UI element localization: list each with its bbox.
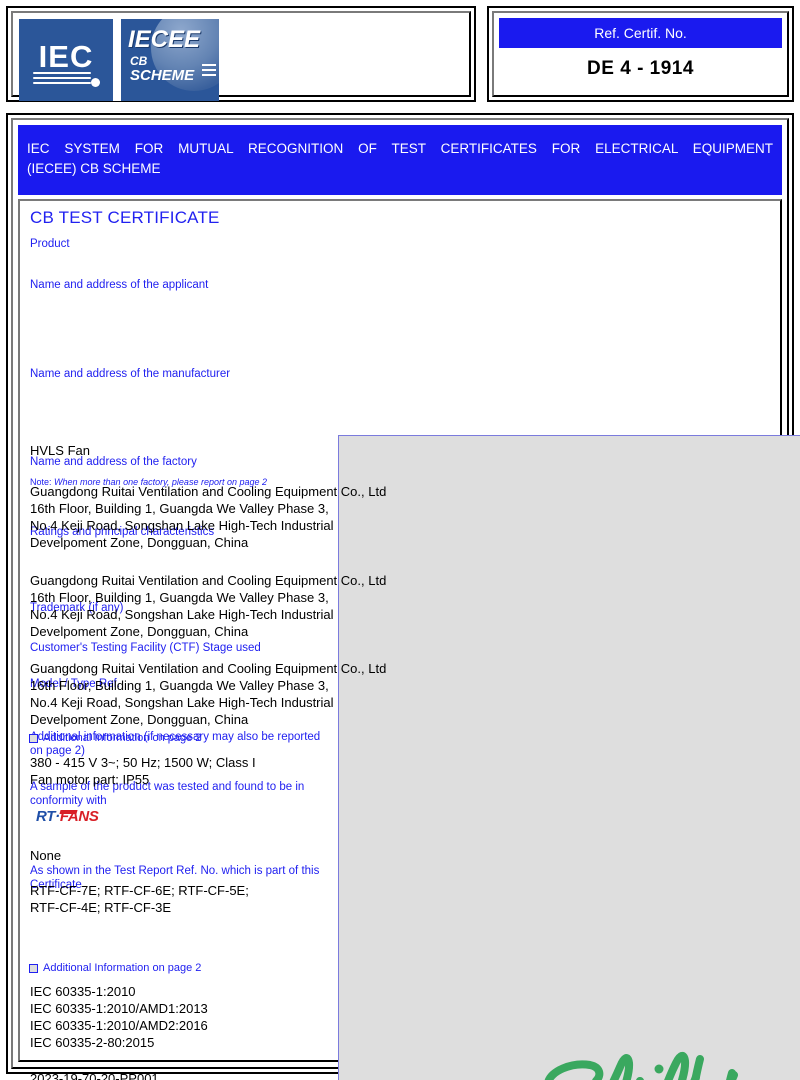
value-factory: Guangdong Ruitai Ventilation and Cooling… [30, 661, 387, 728]
factory-additional-info-label: Additional Information on page 2 [43, 732, 202, 744]
iec-logo-dot-icon [91, 78, 100, 87]
trademark-rt-fans-logo: RT· FANS [30, 807, 105, 827]
ref-certif-no-value: DE 4 - 1914 [499, 48, 782, 90]
logo-band: IEC IECEE CB SCHEME [6, 6, 476, 102]
iecee-cb-scheme-logo: IEC IECEE CB SCHEME [19, 19, 219, 101]
checkbox-unchecked-icon[interactable] [29, 963, 38, 973]
label-ctf-stage: Customer's Testing Facility (CTF) Stage … [30, 642, 261, 654]
iecee-logo-icon: IECEE CB SCHEME [121, 19, 219, 101]
value-model-type: RTF-CF-7E; RTF-CF-6E; RTF-CF-5E; RTF-CF-… [30, 883, 249, 916]
value-ratings: 380 - 415 V 3~; 50 Hz; 1500 W; Class I F… [30, 755, 256, 788]
value-product: HVLS Fan [30, 443, 90, 458]
logo-band-inner: IEC IECEE CB SCHEME [11, 11, 471, 101]
banner-line-1: IEC SYSTEM FOR MUTUAL RECOGNITION OF TES… [27, 141, 773, 156]
logo-divider [113, 19, 121, 101]
iecee-scheme-text: SCHEME [130, 67, 195, 84]
ref-certif-no-label: Ref. Certif. No. [499, 18, 782, 48]
certificate-body-frame: IEC SYSTEM FOR MUTUAL RECOGNITION OF TES… [6, 113, 800, 1080]
banner-line-2: (IECEE) CB SCHEME [27, 160, 161, 176]
field-value-column [338, 435, 800, 1080]
factory-additional-info-checkbox-row[interactable]: Additional Information on page 2 [29, 732, 201, 744]
additional-info-checkbox-row[interactable]: Additional Information on page 2 [29, 962, 201, 974]
iecee-logo-text: IECEE [128, 26, 201, 53]
label-product: Product [30, 238, 70, 250]
ref-certif-no-inner: Ref. Certif. No. DE 4 - 1914 [492, 11, 789, 97]
iec-logo-bars-icon [33, 72, 91, 87]
value-ctf-stage: None [30, 848, 62, 863]
certificate-panel: CB TEST CERTIFICATE Product Name and add… [18, 199, 800, 1080]
iecee-logo-bars-icon [202, 64, 216, 79]
value-conformity-standards: IEC 60335-1:2010 IEC 60335-1:2010/AMD1:2… [30, 984, 208, 1051]
certificate-body-inner: IEC SYSTEM FOR MUTUAL RECOGNITION OF TES… [11, 118, 800, 1080]
value-test-report-ref: 2023-19-70-20-PP001 [30, 1071, 159, 1080]
trademark-swoosh-icon [59, 810, 78, 814]
iecee-cb-text: CB [130, 54, 148, 68]
iecee-scheme-banner: IEC SYSTEM FOR MUTUAL RECOGNITION OF TES… [18, 125, 782, 195]
additional-info-label: Additional Information on page 2 [43, 962, 202, 974]
ref-certif-no-box: Ref. Certif. No. DE 4 - 1914 [487, 6, 794, 102]
iec-logo-icon: IEC [19, 19, 113, 101]
value-applicant: Guangdong Ruitai Ventilation and Cooling… [30, 484, 387, 551]
checkbox-unchecked-icon[interactable] [29, 733, 38, 743]
iec-logo-text: IEC [38, 38, 94, 74]
label-applicant: Name and address of the applicant [30, 279, 209, 291]
value-manufacturer: Guangdong Ruitai Ventilation and Cooling… [30, 573, 387, 640]
page-title: CB TEST CERTIFICATE [30, 208, 220, 227]
label-manufacturer: Name and address of the manufacturer [30, 368, 231, 380]
trademark-fans-text: FANS [59, 808, 99, 825]
certificate-page: IEC IECEE CB SCHEME Ref. Certif. No. DE … [0, 0, 800, 1080]
trademark-rt-text: RT· [36, 808, 60, 825]
